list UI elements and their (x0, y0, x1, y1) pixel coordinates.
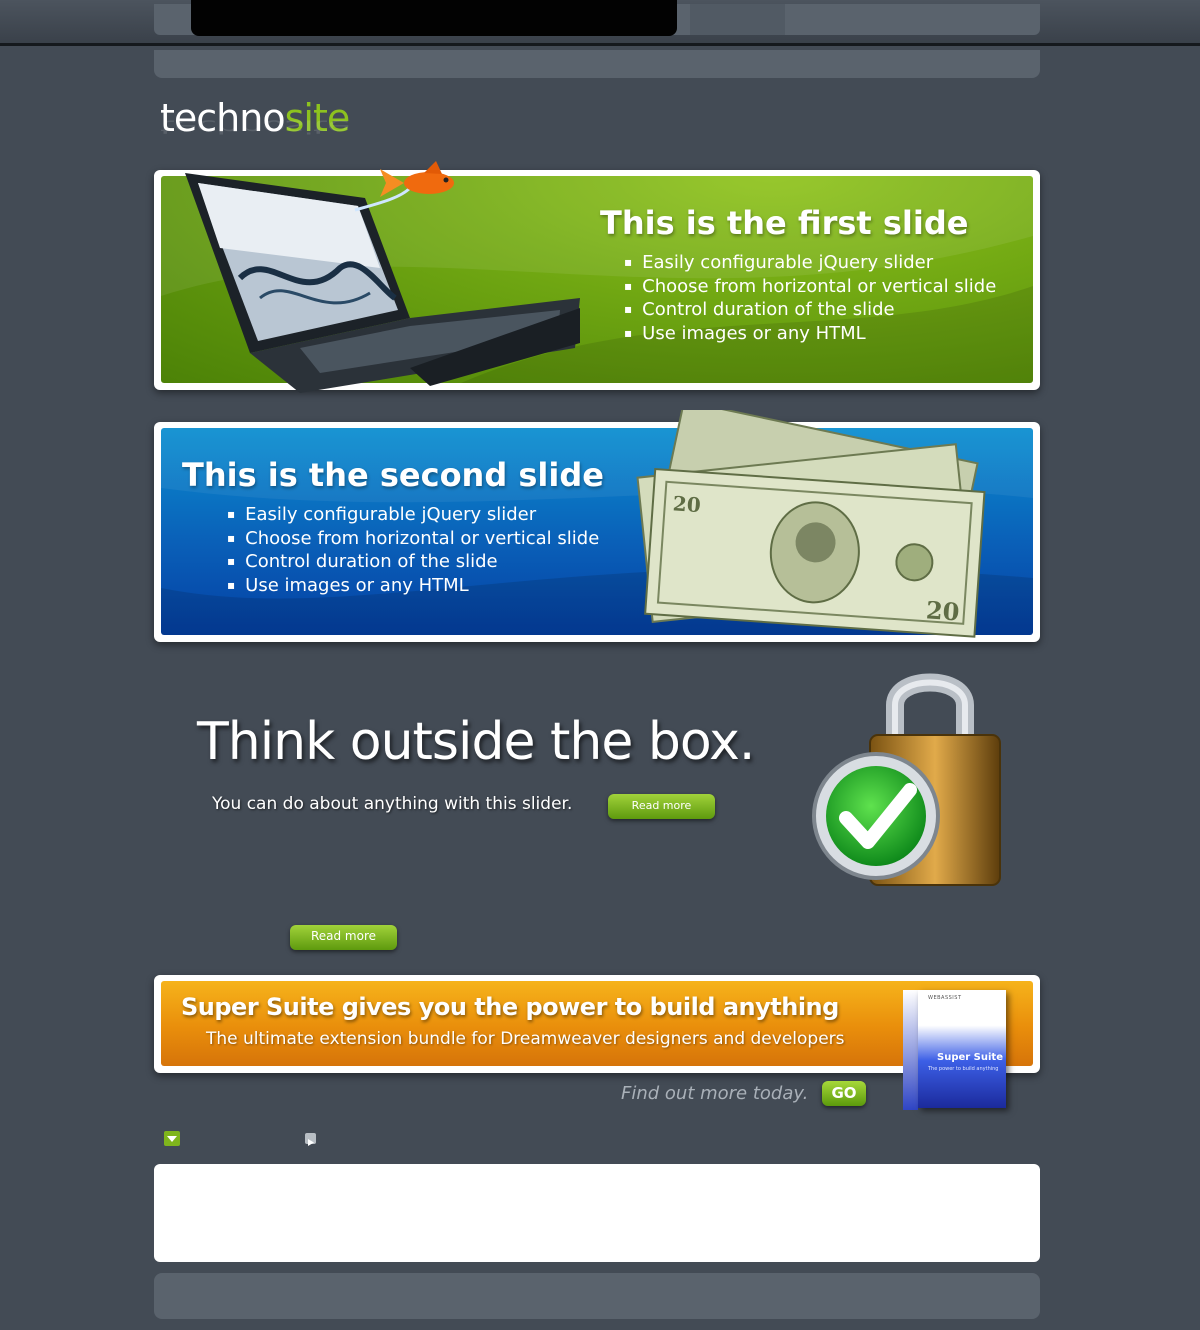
slide-1-title: This is the first slide (600, 204, 969, 242)
read-more-button-standalone[interactable]: Read more (290, 925, 397, 950)
go-button[interactable]: GO (822, 1081, 866, 1106)
goldfish-icon (380, 161, 454, 197)
top-bar (0, 0, 1200, 46)
list-item: Use images or any HTML (624, 322, 996, 346)
logo-reflection: technosite (160, 116, 349, 138)
banner-headline: Super Suite gives you the power to build… (181, 993, 839, 1021)
chevron-down-icon[interactable] (164, 1131, 180, 1146)
read-more-button[interactable]: Read more (608, 794, 715, 819)
top-bar-black-tab (191, 0, 677, 36)
money-icon: 20 20 (636, 410, 986, 638)
think-headline: Think outside the box. (197, 712, 755, 772)
slide-2-bullets: Easily configurable jQuery slider Choose… (227, 503, 599, 597)
list-item: Choose from horizontal or vertical slide (227, 527, 599, 551)
slide-1-bullets: Easily configurable jQuery slider Choose… (624, 251, 996, 345)
chevron-down-glyph (167, 1136, 177, 1142)
box-spine (903, 990, 918, 1110)
box-front: WEBASSIST Super Suite The power to build… (918, 990, 1006, 1108)
box-brand: WEBASSIST (928, 995, 962, 1001)
checkmark-icon (812, 752, 940, 880)
play-icon[interactable] (305, 1133, 316, 1146)
find-out-more-text: Find out more today. (621, 1083, 809, 1104)
footer-bar (154, 1273, 1040, 1319)
list-item: Use images or any HTML (227, 574, 599, 598)
top-bar-segment (690, 4, 785, 35)
list-item: Easily configurable jQuery slider (624, 251, 996, 275)
svg-text:20: 20 (672, 491, 701, 517)
logo-reflection-part2: site (284, 116, 350, 138)
slide-2-title: This is the second slide (182, 456, 604, 494)
list-item: Control duration of the slide (227, 550, 599, 574)
list-item: Control duration of the slide (624, 298, 996, 322)
software-box-icon: WEBASSIST Super Suite The power to build… (903, 990, 1006, 1110)
svg-text:20: 20 (925, 595, 960, 626)
play-glyph (308, 1139, 314, 1146)
box-title: Super Suite (937, 1052, 1003, 1063)
box-tagline: The power to build anything (928, 1066, 999, 1072)
nav-bar (154, 50, 1040, 78)
list-item: Easily configurable jQuery slider (227, 503, 599, 527)
think-subtext: You can do about anything with this slid… (212, 794, 573, 814)
list-item: Choose from horizontal or vertical slide (624, 275, 996, 299)
logo-reflection-part1: techno (160, 116, 285, 138)
content-box (154, 1164, 1040, 1262)
banner-subline: The ultimate extension bundle for Dreamw… (206, 1029, 845, 1049)
